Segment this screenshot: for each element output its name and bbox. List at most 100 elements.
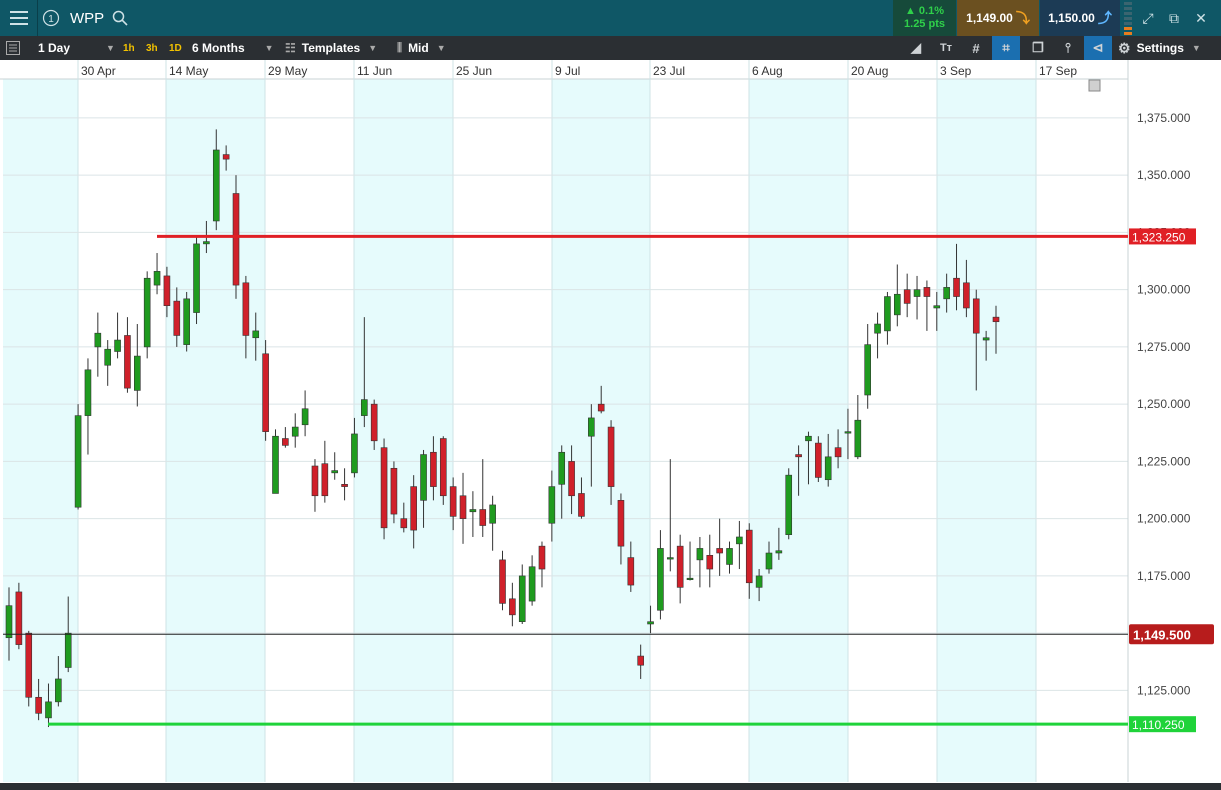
candle-body[interactable] — [765, 552, 773, 570]
candle-body[interactable] — [815, 442, 822, 478]
candle-body[interactable] — [173, 300, 181, 336]
candle-body[interactable] — [351, 433, 358, 474]
info-button[interactable]: 1 — [38, 0, 64, 36]
candle-body[interactable] — [430, 451, 437, 487]
price-type-select[interactable]: ⫼ Mid ▼ — [397, 36, 446, 60]
candle-body[interactable] — [736, 536, 743, 545]
candlestick-chart-svg[interactable]: 30 Apr 14 May 29 May 11 Jun 25 Jun 9 Jul 23 Ju… — [0, 60, 1221, 783]
candle-body[interactable] — [361, 399, 368, 416]
label-tag-icon[interactable]: ⊲ — [1084, 36, 1112, 60]
candle-body[interactable] — [834, 447, 842, 458]
candle-body[interactable] — [716, 548, 723, 554]
candle-body[interactable] — [55, 678, 62, 703]
candle-body[interactable] — [45, 701, 52, 719]
quick-interval-1d[interactable]: 1D — [169, 36, 182, 60]
candle-body[interactable] — [943, 287, 950, 300]
candle-body[interactable] — [134, 355, 141, 391]
candle-body[interactable] — [301, 408, 309, 426]
candle-body[interactable] — [795, 454, 802, 458]
candle-body[interactable] — [518, 575, 526, 623]
candle-body[interactable] — [143, 277, 151, 348]
settings-menu[interactable]: ⚙ Settings ▼ — [1118, 36, 1201, 60]
candle-body[interactable] — [272, 435, 279, 494]
candle-body[interactable] — [874, 323, 881, 334]
candle-body[interactable] — [242, 282, 250, 336]
candle-body[interactable] — [232, 193, 240, 286]
candle-body[interactable] — [15, 591, 23, 645]
candle-body[interactable] — [499, 559, 506, 604]
candle-body[interactable] — [824, 456, 832, 481]
candle-body[interactable] — [311, 465, 319, 497]
candle-body[interactable] — [775, 550, 783, 554]
candle-body[interactable] — [627, 557, 635, 586]
candle-body[interactable] — [992, 316, 1000, 323]
candle-body[interactable] — [805, 435, 812, 442]
candle-body[interactable] — [903, 289, 911, 304]
candle-body[interactable] — [489, 504, 496, 524]
candle-body[interactable] — [25, 632, 33, 698]
expand-icon[interactable]: ⤢ — [1135, 0, 1161, 36]
candle-body[interactable] — [755, 575, 763, 588]
candle-body[interactable] — [282, 438, 289, 446]
candle-body[interactable] — [370, 403, 378, 442]
candle-body[interactable] — [449, 486, 457, 517]
candle-body[interactable] — [647, 621, 654, 625]
interval-select[interactable]: 1 Day ▼ — [38, 36, 115, 60]
text-tool-icon[interactable]: Tт — [932, 36, 960, 60]
candle-body[interactable] — [588, 417, 595, 437]
candle-body[interactable] — [745, 529, 753, 584]
candle-body[interactable] — [963, 282, 970, 309]
scroll-marker-icon[interactable] — [1088, 79, 1101, 92]
menu-button[interactable] — [0, 0, 38, 36]
candle-body[interactable] — [459, 495, 467, 519]
candle-body[interactable] — [913, 289, 921, 297]
candle-body[interactable] — [509, 598, 516, 616]
candle-body[interactable] — [726, 548, 733, 565]
candle-body[interactable] — [64, 632, 72, 668]
candle-body[interactable] — [538, 545, 546, 570]
candle-body[interactable] — [785, 474, 793, 535]
candle-body[interactable] — [212, 149, 220, 222]
templates-menu[interactable]: ☷ Templates ▼ — [285, 36, 377, 60]
crosshair-grid-icon[interactable]: ⌗ — [992, 36, 1020, 60]
candle-body[interactable] — [982, 337, 990, 341]
candle-body[interactable] — [864, 344, 871, 396]
candle-body[interactable] — [390, 467, 398, 515]
candle-body[interactable] — [923, 287, 931, 297]
candle-body[interactable] — [5, 605, 13, 639]
candle-body[interactable] — [74, 415, 82, 508]
line-draw-icon[interactable]: ◢ — [902, 36, 930, 60]
sell-button[interactable]: 1,149.00 ⤵ — [957, 0, 1039, 36]
candle-body[interactable] — [597, 403, 605, 412]
candle-body[interactable] — [548, 486, 556, 524]
list-icon[interactable] — [6, 36, 20, 60]
candle-body[interactable] — [252, 330, 260, 339]
external-link-icon[interactable]: ⧉ — [1161, 0, 1187, 36]
candle-body[interactable] — [666, 557, 674, 560]
candle-body[interactable] — [528, 566, 536, 602]
candle-body[interactable] — [222, 154, 230, 160]
candle-body[interactable] — [341, 484, 348, 487]
indicator-icon[interactable]: ⫯ — [1054, 36, 1082, 60]
candle-body[interactable] — [163, 275, 171, 307]
candle-body[interactable] — [439, 438, 447, 497]
candle-body[interactable] — [420, 454, 427, 501]
layers-icon[interactable]: ❐ — [1024, 36, 1052, 60]
candle-body[interactable] — [153, 271, 161, 286]
candle-body[interactable] — [884, 296, 891, 332]
candle-body[interactable] — [114, 339, 121, 352]
candle-body[interactable] — [676, 545, 684, 588]
candle-body[interactable] — [578, 493, 585, 517]
candle-body[interactable] — [558, 451, 566, 485]
candle-body[interactable] — [893, 293, 901, 316]
candle-body[interactable] — [262, 353, 269, 432]
candle-body[interactable] — [696, 548, 704, 561]
candle-body[interactable] — [124, 335, 131, 389]
candle-body[interactable] — [35, 696, 42, 714]
close-icon[interactable]: ✕ — [1188, 0, 1214, 36]
candle-body[interactable] — [94, 332, 102, 348]
candle-body[interactable] — [84, 369, 92, 416]
candle-body[interactable] — [933, 305, 941, 309]
candle-body[interactable] — [321, 463, 329, 497]
candle-body[interactable] — [706, 554, 714, 570]
